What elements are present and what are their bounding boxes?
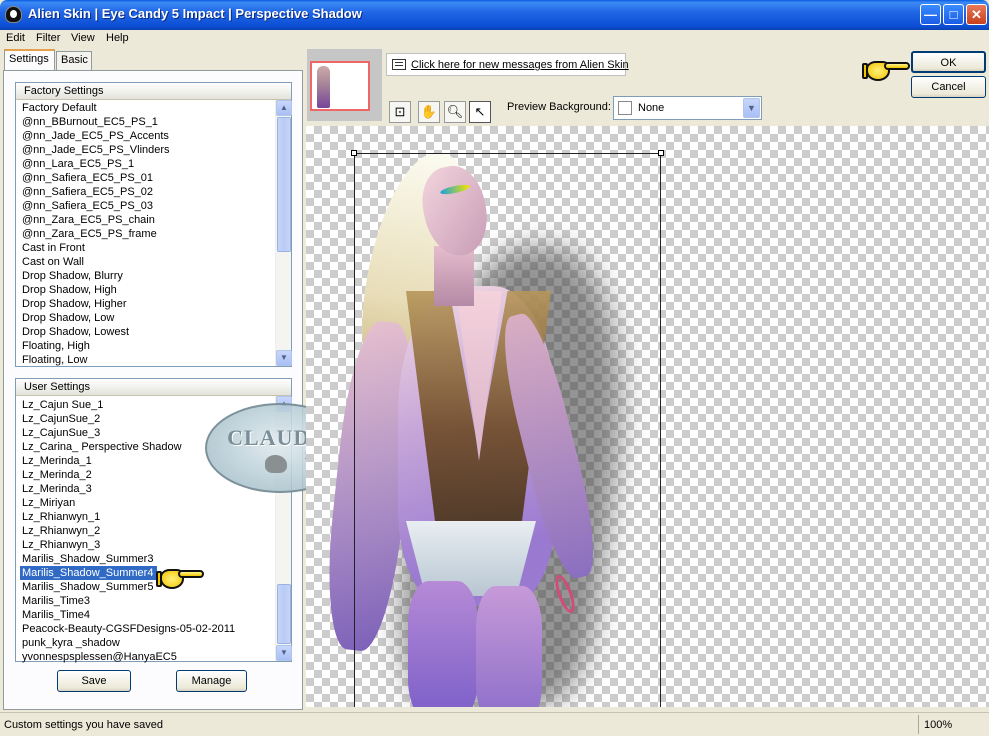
- alien-skin-app-icon[interactable]: [5, 6, 22, 23]
- menu-filter[interactable]: Filter: [36, 31, 60, 45]
- zoom-level: 100%: [924, 719, 953, 731]
- list-item[interactable]: @nn_Safiera_EC5_PS_03: [16, 199, 276, 213]
- scroll-up-icon[interactable]: ▲: [276, 100, 292, 116]
- list-item[interactable]: @nn_Zara_EC5_PS_chain: [16, 213, 276, 227]
- hand-icon[interactable]: ✋: [418, 101, 440, 123]
- menu-view[interactable]: View: [71, 31, 95, 45]
- list-item[interactable]: Drop Shadow, Blurry: [16, 269, 276, 283]
- minimize-button[interactable]: —: [920, 4, 941, 25]
- messages-link[interactable]: Click here for new messages from Alien S…: [411, 59, 629, 71]
- list-item[interactable]: @nn_Jade_EC5_PS_Accents: [16, 129, 276, 143]
- list-item[interactable]: Marilis_Shadow_Summer5: [16, 580, 276, 594]
- factory-scrollbar[interactable]: ▲ ▼: [275, 100, 292, 366]
- list-item[interactable]: Drop Shadow, Low: [16, 311, 276, 325]
- scroll-down-icon[interactable]: ▼: [276, 645, 292, 661]
- factory-settings-header: Factory Settings: [16, 83, 291, 100]
- list-item[interactable]: Marilis_Shadow_Summer3: [16, 552, 276, 566]
- mouse-icon: [265, 455, 287, 473]
- list-item[interactable]: @nn_BBurnout_EC5_PS_1: [16, 115, 276, 129]
- tab-settings[interactable]: Settings: [4, 49, 55, 71]
- list-item[interactable]: @nn_Jade_EC5_PS_Vlinders: [16, 143, 276, 157]
- list-item[interactable]: Marilis_Time3: [16, 594, 276, 608]
- chevron-down-icon[interactable]: ▼: [743, 98, 760, 118]
- status-text: Custom settings you have saved: [4, 719, 163, 731]
- status-bar: Custom settings you have saved 100%: [0, 712, 989, 736]
- save-button[interactable]: Save: [57, 670, 131, 692]
- resize-handle[interactable]: [658, 150, 664, 156]
- list-item[interactable]: Lz_Miriyan: [16, 496, 276, 510]
- pointing-hand-icon: [862, 55, 912, 83]
- preview-thumbnail[interactable]: [307, 49, 382, 121]
- list-item[interactable]: Factory Default: [16, 101, 276, 115]
- list-item[interactable]: yvonnespsplessen@HanyaEC5: [16, 650, 276, 664]
- navigator-icon[interactable]: ⊡: [389, 101, 411, 123]
- preview-background-value: None: [638, 102, 665, 114]
- list-item[interactable]: @nn_Zara_EC5_PS_frame: [16, 227, 276, 241]
- close-button[interactable]: ✕: [966, 4, 987, 25]
- tab-basic[interactable]: Basic: [56, 51, 92, 70]
- list-item[interactable]: @nn_Lara_EC5_PS_1: [16, 157, 276, 171]
- zoom-icon[interactable]: 🔍︎: [444, 101, 466, 123]
- pointer-icon[interactable]: ↖: [469, 101, 491, 123]
- user-settings-header: User Settings: [16, 379, 291, 396]
- thumbnail-view-frame[interactable]: [310, 61, 370, 111]
- list-item[interactable]: Cast in Front: [16, 241, 276, 255]
- list-item[interactable]: Drop Shadow, Lowest: [16, 325, 276, 339]
- list-item[interactable]: Drop Shadow, High: [16, 283, 276, 297]
- layer-bounding-box[interactable]: [351, 150, 664, 707]
- list-item[interactable]: Lz_Rhianwyn_3: [16, 538, 276, 552]
- list-item[interactable]: Marilis_Time4: [16, 608, 276, 622]
- list-item[interactable]: Cast on Wall: [16, 255, 276, 269]
- list-item[interactable]: Peacock-Beauty-CGSFDesigns-05-02-2011: [16, 622, 276, 636]
- list-item[interactable]: Lz_Rhianwyn_2: [16, 524, 276, 538]
- status-divider: [918, 715, 919, 734]
- list-item-selected[interactable]: Marilis_Shadow_Summer4: [20, 566, 158, 580]
- message-icon: [392, 59, 406, 70]
- preview-canvas[interactable]: [306, 126, 989, 707]
- scroll-thumb[interactable]: [277, 117, 291, 252]
- scroll-thumb[interactable]: [277, 584, 291, 644]
- menu-help[interactable]: Help: [106, 31, 129, 45]
- ok-button[interactable]: OK: [911, 51, 986, 73]
- list-item[interactable]: Drop Shadow, Higher: [16, 297, 276, 311]
- list-item[interactable]: punk_kyra _shadow: [16, 636, 276, 650]
- menu-edit[interactable]: Edit: [6, 31, 25, 45]
- cancel-button[interactable]: Cancel: [911, 76, 986, 98]
- title-bar: Alien Skin | Eye Candy 5 Impact | Perspe…: [0, 0, 989, 30]
- list-item[interactable]: @nn_Safiera_EC5_PS_02: [16, 185, 276, 199]
- scroll-down-icon[interactable]: ▼: [276, 350, 292, 366]
- resize-handle[interactable]: [351, 150, 357, 156]
- menu-bar: Edit Filter View Help: [0, 30, 989, 48]
- list-item[interactable]: Floating, High: [16, 339, 276, 353]
- preview-background-select[interactable]: None ▼: [613, 96, 762, 120]
- background-swatch: [618, 101, 632, 115]
- factory-settings-list: Factory Settings Factory Default @nn_BBu…: [15, 82, 292, 367]
- list-item[interactable]: Lz_Rhianwyn_1: [16, 510, 276, 524]
- window-title: Alien Skin | Eye Candy 5 Impact | Perspe…: [28, 6, 362, 21]
- list-item[interactable]: @nn_Safiera_EC5_PS_01: [16, 171, 276, 185]
- preview-background-label: Preview Background:: [507, 101, 611, 113]
- manage-button[interactable]: Manage: [176, 670, 247, 692]
- messages-box: Click here for new messages from Alien S…: [386, 53, 629, 76]
- list-item[interactable]: Floating, Low: [16, 353, 276, 367]
- thumbnail-figure: [317, 66, 330, 108]
- maximize-button[interactable]: □: [943, 4, 964, 25]
- pointing-hand-icon: [156, 563, 206, 591]
